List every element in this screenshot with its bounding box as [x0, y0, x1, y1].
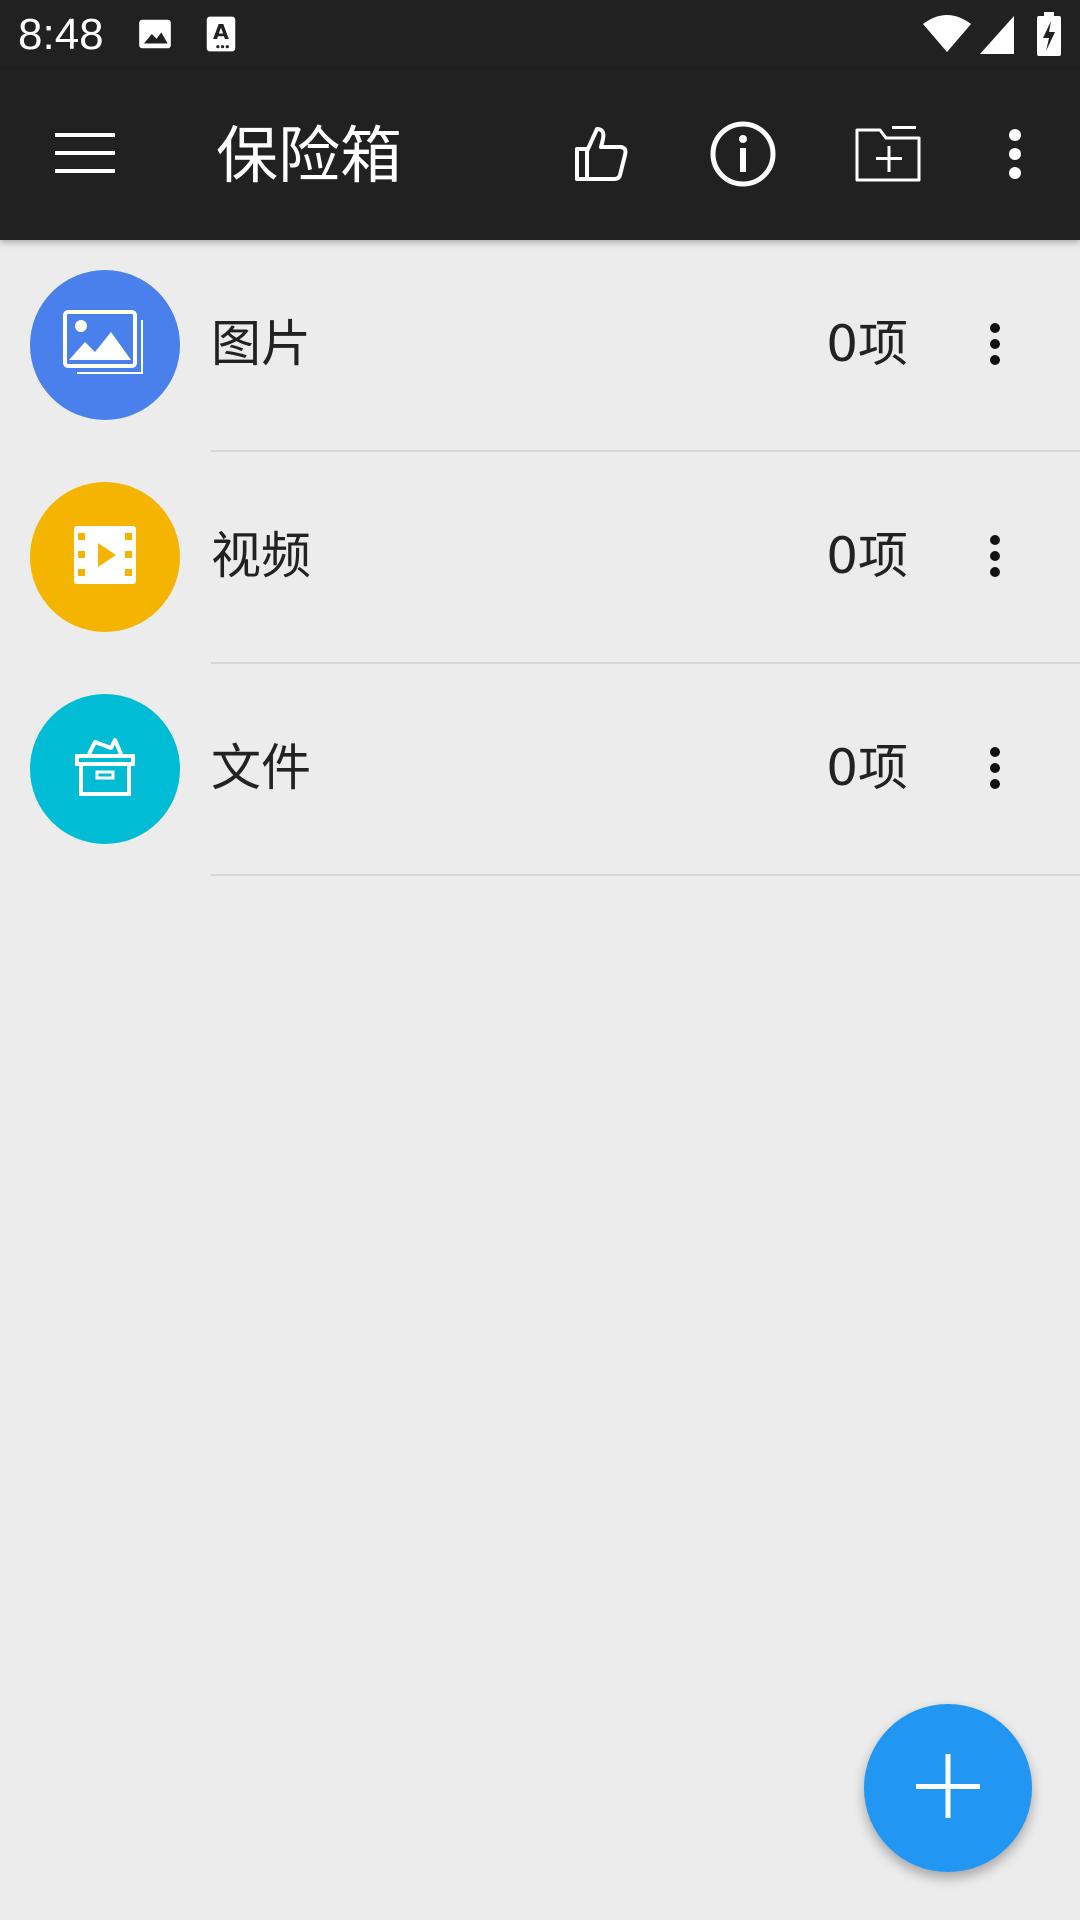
- pictures-avatar: [30, 270, 180, 420]
- item-more-button[interactable]: [965, 730, 1025, 810]
- accessibility-text-icon: A: [204, 15, 238, 57]
- list-item-count: 0项: [826, 315, 908, 373]
- battery-charging-icon: [1036, 12, 1062, 60]
- plus-icon: [916, 1754, 980, 1822]
- list-item-label: 文件: [211, 739, 311, 797]
- menu-button[interactable]: [40, 115, 130, 195]
- list-item-label: 图片: [211, 315, 311, 373]
- item-more-button[interactable]: [965, 518, 1025, 598]
- files-avatar: [30, 694, 180, 844]
- more-vert-icon: [989, 534, 1001, 582]
- menu-icon: [55, 131, 115, 179]
- new-folder-icon: [854, 124, 922, 188]
- list-item-pictures[interactable]: 图片 0项: [0, 240, 1080, 452]
- thumb-up-icon: [573, 125, 629, 187]
- vault-list: 图片 0项 视频 0项 文件 0项: [0, 240, 1080, 876]
- more-vert-icon: [989, 322, 1001, 370]
- wifi-icon: [922, 14, 972, 58]
- new-folder-button[interactable]: [846, 116, 930, 196]
- divider: [211, 874, 1080, 876]
- archive-box-icon: [73, 736, 137, 802]
- more-options-button[interactable]: [990, 116, 1040, 196]
- app-bar: 保险箱: [0, 70, 1080, 240]
- svg-text:A: A: [213, 20, 229, 44]
- image-icon: [136, 15, 174, 57]
- status-time: 8:48: [18, 10, 104, 59]
- add-button[interactable]: [864, 1704, 1032, 1872]
- list-item-count: 0项: [826, 527, 908, 585]
- videos-avatar: [30, 482, 180, 632]
- list-item-files[interactable]: 文件 0项: [0, 664, 1080, 876]
- info-button[interactable]: [703, 116, 783, 196]
- signal-icon: [980, 16, 1014, 58]
- thumb-up-button[interactable]: [560, 115, 642, 197]
- page-title: 保险箱: [216, 119, 403, 192]
- film-play-icon: [72, 524, 138, 590]
- info-icon: [710, 121, 776, 191]
- list-item-label: 视频: [211, 527, 311, 585]
- gallery-icon: [63, 310, 147, 380]
- list-item-count: 0项: [826, 739, 908, 797]
- more-vert-icon: [1008, 129, 1022, 183]
- more-vert-icon: [989, 746, 1001, 794]
- list-item-videos[interactable]: 视频 0项: [0, 452, 1080, 664]
- status-bar: 8:48 A: [0, 0, 1080, 70]
- item-more-button[interactable]: [965, 306, 1025, 386]
